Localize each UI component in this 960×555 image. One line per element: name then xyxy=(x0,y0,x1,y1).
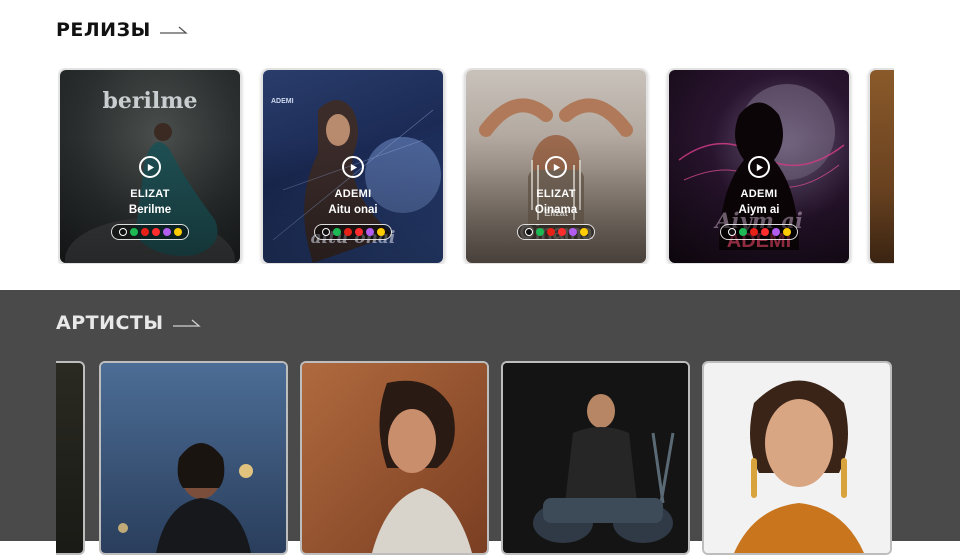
release-track: Aiym ai xyxy=(738,204,780,216)
yandex-music-icon[interactable] xyxy=(782,228,791,236)
youtube-icon[interactable] xyxy=(749,228,758,236)
artist-card[interactable] xyxy=(300,361,489,555)
release-card[interactable]: Aiym ai ADEMI ADEMI Aiym ai xyxy=(667,68,851,264)
itunes-icon[interactable] xyxy=(365,228,374,236)
releases-section-title: РЕЛИЗЫ xyxy=(56,19,189,41)
itunes-icon[interactable] xyxy=(771,228,780,236)
artist-card[interactable] xyxy=(99,361,288,555)
play-icon xyxy=(147,163,154,171)
release-card[interactable]: ADEMI aitu onai ADEMI Aitu onai xyxy=(261,68,445,264)
youtube-icon[interactable] xyxy=(140,228,149,236)
youtube-music-icon[interactable] xyxy=(760,228,769,236)
release-artist: ADEMI xyxy=(740,188,778,200)
artist-photo xyxy=(503,363,688,553)
arrow-right-icon[interactable] xyxy=(172,317,202,329)
artists-section-title: АРТИСТЫ xyxy=(56,312,202,334)
yandex-music-icon[interactable] xyxy=(376,228,385,236)
apple-music-icon[interactable] xyxy=(321,228,330,236)
releases-title-text: РЕЛИЗЫ xyxy=(56,19,151,41)
release-artist: ELIZAT xyxy=(536,188,576,200)
cover-small-text: ADEMI xyxy=(271,98,294,105)
apple-music-icon[interactable] xyxy=(118,228,127,236)
play-icon xyxy=(350,163,357,171)
spotify-icon[interactable] xyxy=(738,228,747,236)
artist-photo xyxy=(704,363,890,553)
youtube-icon[interactable] xyxy=(343,228,352,236)
yandex-music-icon[interactable] xyxy=(579,228,588,236)
youtube-music-icon[interactable] xyxy=(557,228,566,236)
artist-photo xyxy=(302,363,487,553)
play-icon xyxy=(756,163,763,171)
itunes-icon[interactable] xyxy=(162,228,171,236)
arrow-right-icon[interactable] xyxy=(159,24,189,36)
play-button[interactable] xyxy=(139,156,161,178)
apple-music-icon[interactable] xyxy=(727,228,736,236)
artist-card[interactable] xyxy=(702,361,892,555)
release-artist: ELIZAT xyxy=(130,188,170,200)
youtube-music-icon[interactable] xyxy=(354,228,363,236)
yandex-music-icon[interactable] xyxy=(173,228,182,236)
youtube-icon[interactable] xyxy=(546,228,555,236)
release-artist: ADEMI xyxy=(334,188,372,200)
spotify-icon[interactable] xyxy=(129,228,138,236)
artist-card[interactable] xyxy=(56,361,85,555)
releases-carousel[interactable]: berilme ELIZAT Berilme ADEMI aitu onai A… xyxy=(58,68,894,264)
platform-links[interactable] xyxy=(720,224,798,240)
release-card[interactable]: berilme ELIZAT Berilme xyxy=(58,68,242,264)
play-button[interactable] xyxy=(545,156,567,178)
release-track: Berilme xyxy=(128,204,172,216)
release-card[interactable]: Elizat Oinama ELIZAT Oinama xyxy=(464,68,648,264)
platform-links[interactable] xyxy=(314,224,392,240)
play-button[interactable] xyxy=(748,156,770,178)
cover-title-text: berilme xyxy=(102,88,198,114)
artists-title-text: АРТИСТЫ xyxy=(56,312,164,334)
itunes-icon[interactable] xyxy=(568,228,577,236)
spotify-icon[interactable] xyxy=(332,228,341,236)
play-button[interactable] xyxy=(342,156,364,178)
platform-links[interactable] xyxy=(517,224,595,240)
artist-card[interactable] xyxy=(501,361,690,555)
artist-photo xyxy=(101,363,286,553)
release-track: Aitu onai xyxy=(328,204,378,216)
youtube-music-icon[interactable] xyxy=(151,228,160,236)
play-icon xyxy=(553,163,560,171)
spotify-icon[interactable] xyxy=(535,228,544,236)
platform-links[interactable] xyxy=(111,224,189,240)
apple-music-icon[interactable] xyxy=(524,228,533,236)
release-track: Oinama xyxy=(534,204,578,216)
release-card[interactable] xyxy=(868,68,894,264)
